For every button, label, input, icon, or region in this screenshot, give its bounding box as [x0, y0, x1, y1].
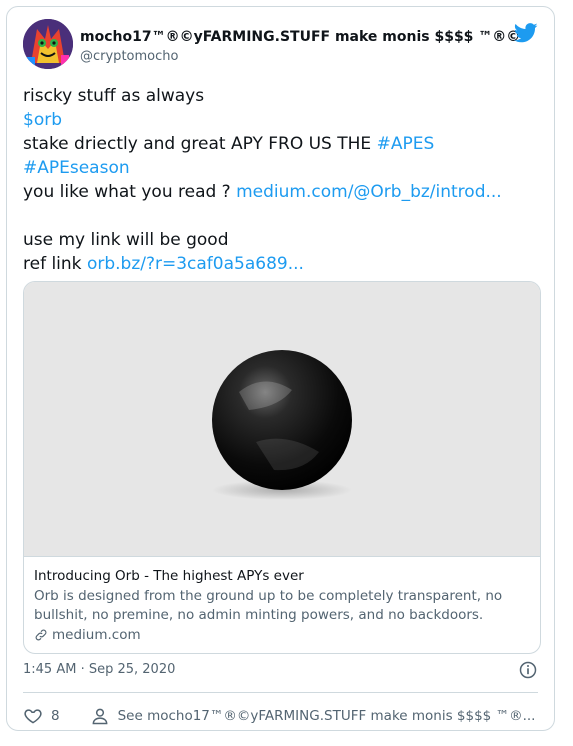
user-handle[interactable]: @cryptomocho	[80, 49, 178, 64]
tweet-text: riscky stuff as always $orb stake driect…	[23, 84, 543, 276]
like-button[interactable]: 8	[23, 706, 60, 726]
heart-icon	[24, 709, 42, 724]
divider	[23, 692, 538, 693]
tweet-timestamp[interactable]: 1:45 AM · Sep 25, 2020	[23, 662, 175, 677]
preview-image[interactable]	[24, 282, 540, 556]
profile-link-label: See mocho17™®©yFARMING.STUFF make monis …	[117, 708, 536, 724]
preview-title[interactable]: Introducing Orb - The highest APYs ever	[34, 567, 528, 585]
link-icon	[35, 629, 47, 641]
preview-description: Orb is designed from the ground up to be…	[34, 588, 503, 623]
link-preview-card[interactable]: Introducing Orb - The highest APYs ever …	[23, 281, 541, 654]
orb-image	[24, 282, 540, 556]
ref-link[interactable]: orb.bz/?r=3caf0a5a689...	[87, 254, 304, 274]
display-name[interactable]: mocho17™®©yFARMING.STUFF make monis $$$$…	[80, 29, 520, 45]
tweet-line: riscky stuff as always	[23, 86, 205, 106]
hashtag-link[interactable]: #APES	[377, 134, 435, 154]
tweet-line: you like what you read ?	[23, 182, 237, 202]
person-icon	[92, 708, 108, 725]
profile-link-button[interactable]: See mocho17™®©yFARMING.STUFF make monis …	[90, 706, 536, 726]
tweet-line: ref link	[23, 254, 87, 274]
cashtag-link[interactable]: $orb	[23, 110, 62, 130]
tweet-line: use my link will be good	[23, 230, 229, 250]
twitter-bird-icon[interactable]	[514, 23, 538, 43]
tweet-header: mocho17™®©yFARMING.STUFF make monis $$$$…	[23, 19, 538, 79]
medium-link[interactable]: medium.com/@Orb_bz/introd...	[236, 182, 502, 202]
preview-text: Introducing Orb - The highest APYs ever …	[24, 556, 540, 653]
info-icon[interactable]	[518, 660, 538, 680]
tweet-card: mocho17™®©yFARMING.STUFF make monis $$$$…	[6, 6, 555, 731]
avatar[interactable]	[23, 19, 73, 69]
preview-domain[interactable]: medium.com	[34, 627, 528, 643]
like-count: 8	[51, 708, 60, 724]
hashtag-link[interactable]: #APEseason	[23, 158, 130, 178]
preview-domain-label: medium.com	[52, 627, 141, 643]
avatar-image	[23, 19, 73, 69]
tweet-line: stake driectly and great APY FRO US THE	[23, 134, 377, 154]
tweet-actions: 8 See mocho17™®©yFARMING.STUFF make moni…	[23, 704, 538, 728]
